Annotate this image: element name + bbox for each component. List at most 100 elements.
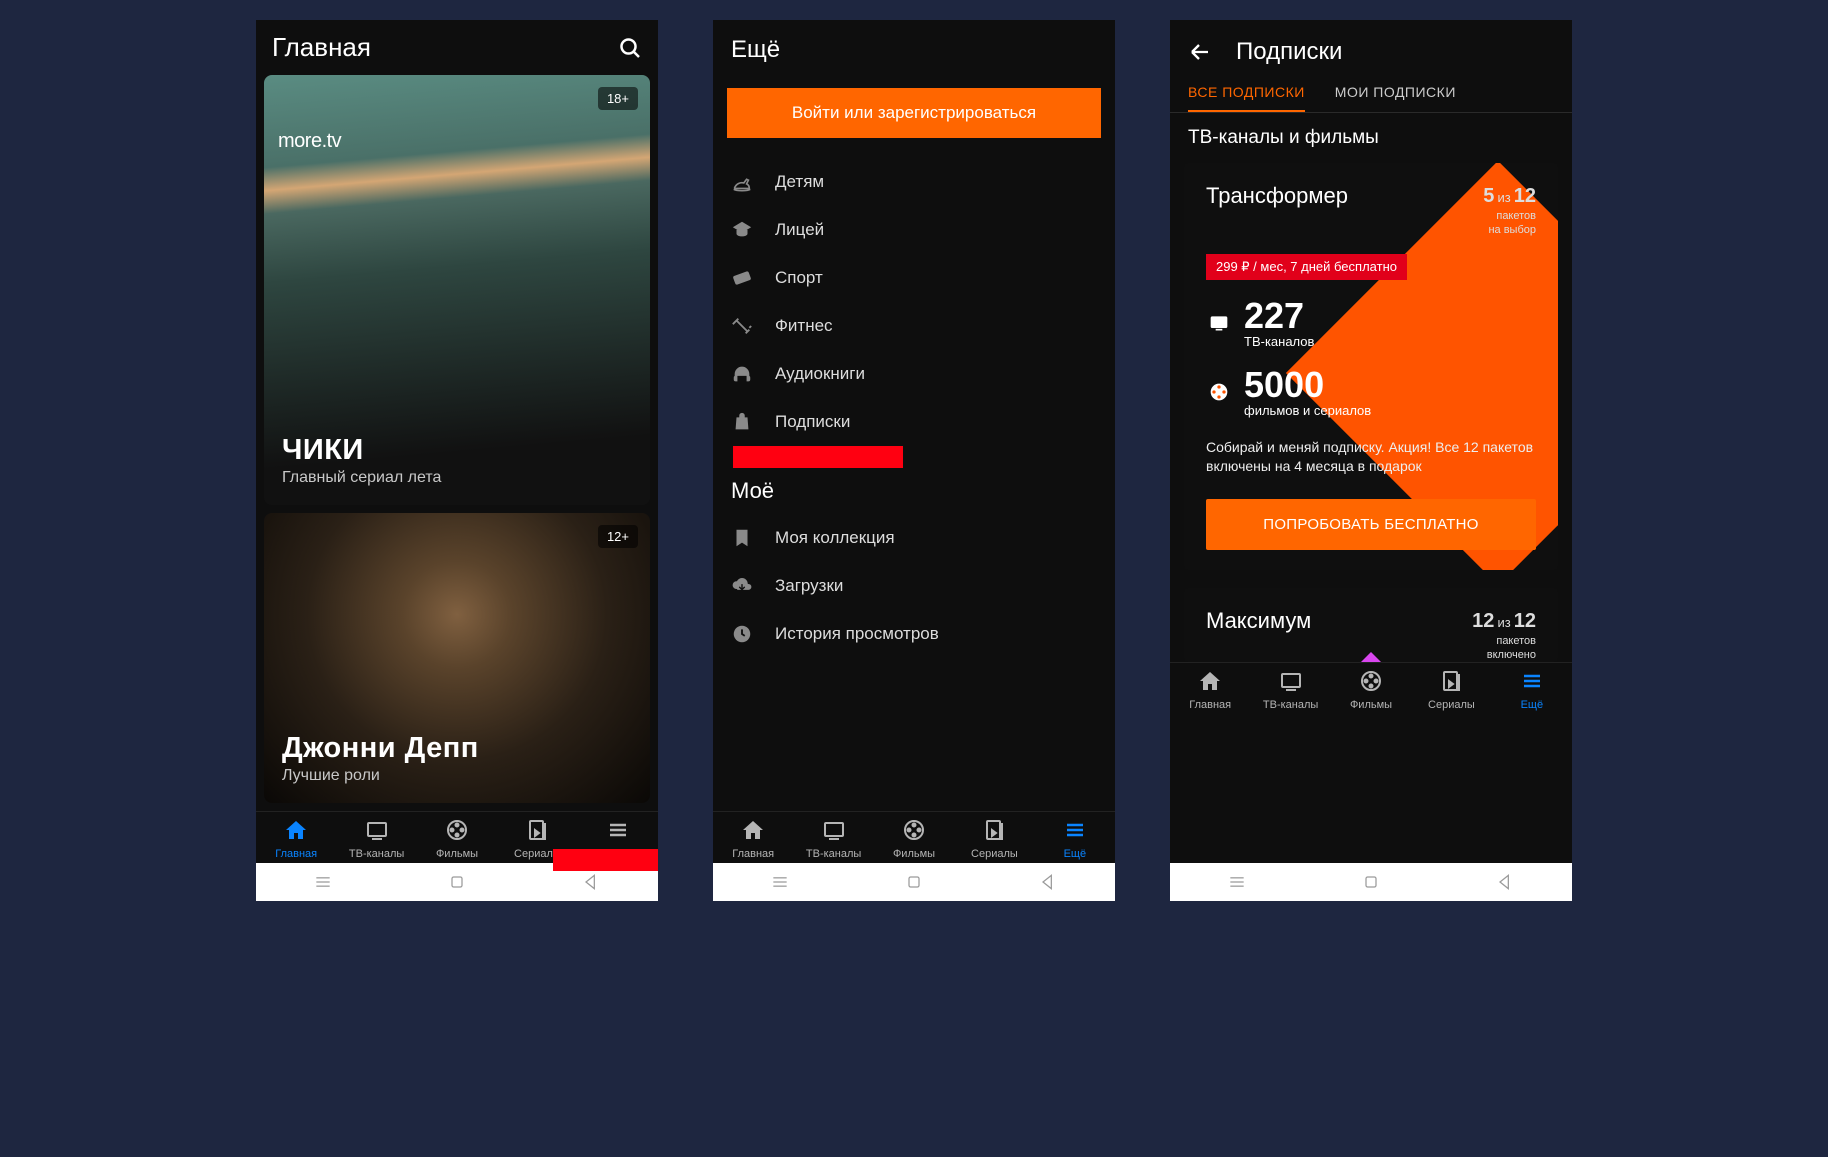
home-body[interactable]: 18+ more.tv ЧИКИ Главный сериал лета 12+… (256, 75, 658, 811)
page-title: Подписки (1236, 38, 1342, 66)
menu-label: Аудиокниги (775, 364, 865, 384)
hero-card-chiki[interactable]: 18+ more.tv ЧИКИ Главный сериал лета (264, 75, 650, 505)
screen-more: Ещё Войти или зарегистрироваться Детям Л… (713, 20, 1115, 901)
headphones-icon (731, 363, 753, 385)
nav-label: Ещё (1064, 848, 1087, 860)
ticket-icon (731, 267, 753, 289)
nav-home[interactable]: Главная (256, 818, 336, 860)
screen-more-content: Ещё Войти или зарегистрироваться Детям Л… (713, 20, 1115, 863)
screen-home-content: Главная 18+ more.tv ЧИКИ Главный сериал … (256, 20, 658, 863)
age-badge: 12+ (598, 525, 638, 548)
hero-card-depp[interactable]: 12+ Джонни Депп Лучшие роли (264, 513, 650, 803)
menu-label: Лицей (775, 220, 824, 240)
nav-more[interactable]: Ещё (1035, 818, 1115, 860)
android-recent-icon[interactable] (313, 872, 333, 892)
android-back-icon[interactable] (1038, 872, 1058, 892)
android-back-icon[interactable] (581, 872, 601, 892)
tv-icon (1278, 669, 1304, 696)
menu-label: Детям (775, 172, 824, 192)
tab-all-subs[interactable]: ВСЕ ПОДПИСКИ (1188, 84, 1305, 112)
redaction-block (553, 849, 658, 871)
nav-tv[interactable]: ТВ-каналы (1250, 669, 1330, 711)
menu-label: Спорт (775, 268, 823, 288)
bag-icon (731, 411, 753, 433)
section-title: ТВ-каналы и фильмы (1170, 113, 1572, 159)
menu-item-history[interactable]: История просмотров (713, 610, 1115, 658)
stat-number: 5000 (1244, 367, 1371, 403)
price-tag: 299 ₽ / мес, 7 дней бесплатно (1206, 254, 1407, 280)
nav-label: Фильмы (893, 848, 935, 860)
film-reel-icon (444, 818, 470, 845)
category-list: Детям Лицей Спорт Фитнес Аудиокниги Подп… (713, 154, 1115, 450)
android-home-icon[interactable] (1361, 872, 1381, 892)
menu-item-fitness[interactable]: Фитнес (713, 302, 1115, 350)
try-free-button[interactable]: ПОПРОБОВАТЬ БЕСПЛАТНО (1206, 499, 1536, 550)
android-home-icon[interactable] (447, 872, 467, 892)
nav-serials[interactable]: Сериалы (954, 818, 1034, 860)
android-nav-bar (713, 863, 1115, 901)
home-icon (1197, 669, 1223, 696)
nav-label: Главная (732, 848, 774, 860)
bottom-nav: Главная ТВ-каналы Фильмы Сериалы Ещё (713, 811, 1115, 863)
nav-films[interactable]: Фильмы (417, 818, 497, 860)
home-icon (283, 818, 309, 845)
menu-item-lyceum[interactable]: Лицей (713, 206, 1115, 254)
tv-icon (364, 818, 390, 845)
android-recent-icon[interactable] (770, 872, 790, 892)
tv-icon (821, 818, 847, 845)
nav-label: Сериалы (971, 848, 1018, 860)
hero-subtitle: Главный сериал лета (282, 469, 441, 487)
redaction-block (733, 446, 903, 468)
menu-item-audiobooks[interactable]: Аудиокниги (713, 350, 1115, 398)
nav-label: Главная (275, 848, 317, 860)
login-button[interactable]: Войти или зарегистрироваться (727, 88, 1101, 138)
menu-icon (605, 818, 631, 845)
page-title: Главная (272, 32, 371, 63)
menu-item-subscriptions[interactable]: Подписки (713, 398, 1115, 446)
sub-description: Собирай и меняй подписку. Акция! Все 12 … (1206, 438, 1536, 477)
stat-label: ТВ-каналов (1244, 334, 1314, 349)
serials-icon (524, 818, 550, 845)
menu-item-sport[interactable]: Спорт (713, 254, 1115, 302)
stat-channels: 227 ТВ-каналов (1206, 298, 1536, 349)
android-back-icon[interactable] (1495, 872, 1515, 892)
search-icon[interactable] (618, 36, 642, 60)
menu-item-collection[interactable]: Моя коллекция (713, 514, 1115, 562)
home-header: Главная (256, 20, 658, 75)
graduation-cap-icon (731, 219, 753, 241)
hero-text: Джонни Депп Лучшие роли (282, 732, 479, 785)
film-reel-icon (1358, 669, 1384, 696)
tab-my-subs[interactable]: МОИ ПОДПИСКИ (1335, 84, 1456, 112)
nav-home[interactable]: Главная (1170, 669, 1250, 711)
back-arrow-icon[interactable] (1188, 40, 1212, 64)
menu-label: История просмотров (775, 624, 939, 644)
nav-serials[interactable]: Сериалы (1411, 669, 1491, 711)
hero-text: ЧИКИ Главный сериал лета (282, 434, 441, 487)
subscription-card-transformer[interactable]: Трансформер 5 из 12 пакетов на выбор 299… (1184, 163, 1558, 570)
sub-title: Максимум (1206, 608, 1311, 634)
nav-tv[interactable]: ТВ-каналы (793, 818, 873, 860)
android-recent-icon[interactable] (1227, 872, 1247, 892)
nav-more[interactable]: Ещё (1492, 669, 1572, 711)
nav-label: Главная (1189, 699, 1231, 711)
subscription-card-maximum[interactable]: Максимум 12 из 12 пакетов включено (1184, 588, 1558, 663)
nav-films[interactable]: Фильмы (874, 818, 954, 860)
nav-home[interactable]: Главная (713, 818, 793, 860)
menu-item-downloads[interactable]: Загрузки (713, 562, 1115, 610)
nav-films[interactable]: Фильмы (1331, 669, 1411, 711)
film-reel-icon (901, 818, 927, 845)
serials-icon (1438, 669, 1464, 696)
screen-subs-content: Подписки ВСЕ ПОДПИСКИ МОИ ПОДПИСКИ ТВ-ка… (1170, 20, 1572, 863)
menu-icon (1519, 669, 1545, 696)
nav-label: Ещё (1521, 699, 1544, 711)
hero-subtitle: Лучшие роли (282, 767, 479, 785)
menu-item-kids[interactable]: Детям (713, 158, 1115, 206)
nav-tv[interactable]: ТВ-каналы (336, 818, 416, 860)
stat-number: 227 (1244, 298, 1314, 334)
android-home-icon[interactable] (904, 872, 924, 892)
mine-list: Моя коллекция Загрузки История просмотро… (713, 510, 1115, 662)
screen-subscriptions: Подписки ВСЕ ПОДПИСКИ МОИ ПОДПИСКИ ТВ-ка… (1170, 20, 1572, 901)
stat-label: фильмов и сериалов (1244, 403, 1371, 418)
nav-label: Фильмы (1350, 699, 1392, 711)
film-reel-icon (1206, 382, 1232, 402)
